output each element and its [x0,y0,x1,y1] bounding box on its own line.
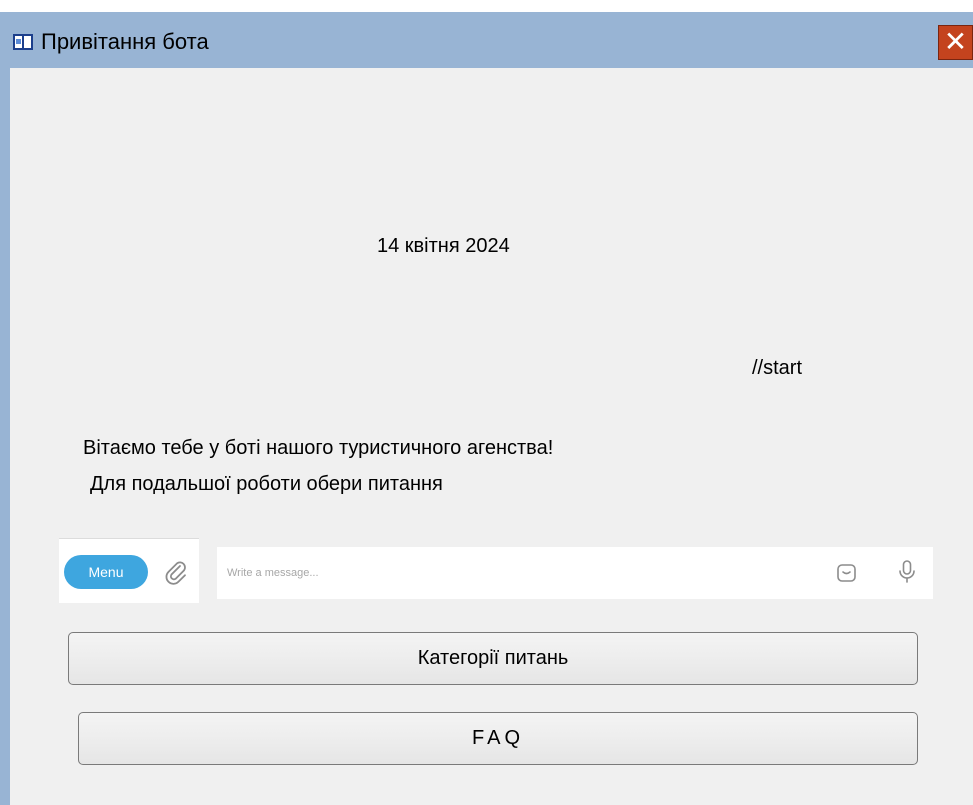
window-top-strip [0,0,973,12]
menu-button[interactable]: Menu [64,555,148,589]
chat-date: 14 квітня 2024 [377,235,510,257]
question-categories-button[interactable]: Категорії питань [68,632,918,685]
bot-greeting-window: Привітання бота ✕ 14 квітня 2024 //start… [0,0,973,805]
welcome-line-2: Для подальшої роботи обери питання [90,473,443,495]
microphone-icon[interactable] [895,559,919,585]
input-bar-left: Menu [59,538,199,603]
input-bar-right [217,547,933,599]
welcome-line-1: Вітаємо тебе у боті нашого туристичного … [83,437,554,459]
paperclip-icon[interactable] [163,559,189,585]
window-title: Привітання бота [41,29,209,54]
message-input[interactable] [225,559,789,587]
faq-button[interactable]: FAQ [78,712,918,765]
sticker-icon[interactable] [835,561,859,585]
title-bar[interactable]: Привітання бота ✕ [0,12,973,68]
app-window-icon [13,34,33,50]
close-button[interactable]: ✕ [938,25,973,60]
close-icon: ✕ [943,25,968,58]
user-command-message: //start [752,357,803,379]
bot-welcome-message: Вітаємо тебе у боті нашого туристичного … [83,430,553,502]
